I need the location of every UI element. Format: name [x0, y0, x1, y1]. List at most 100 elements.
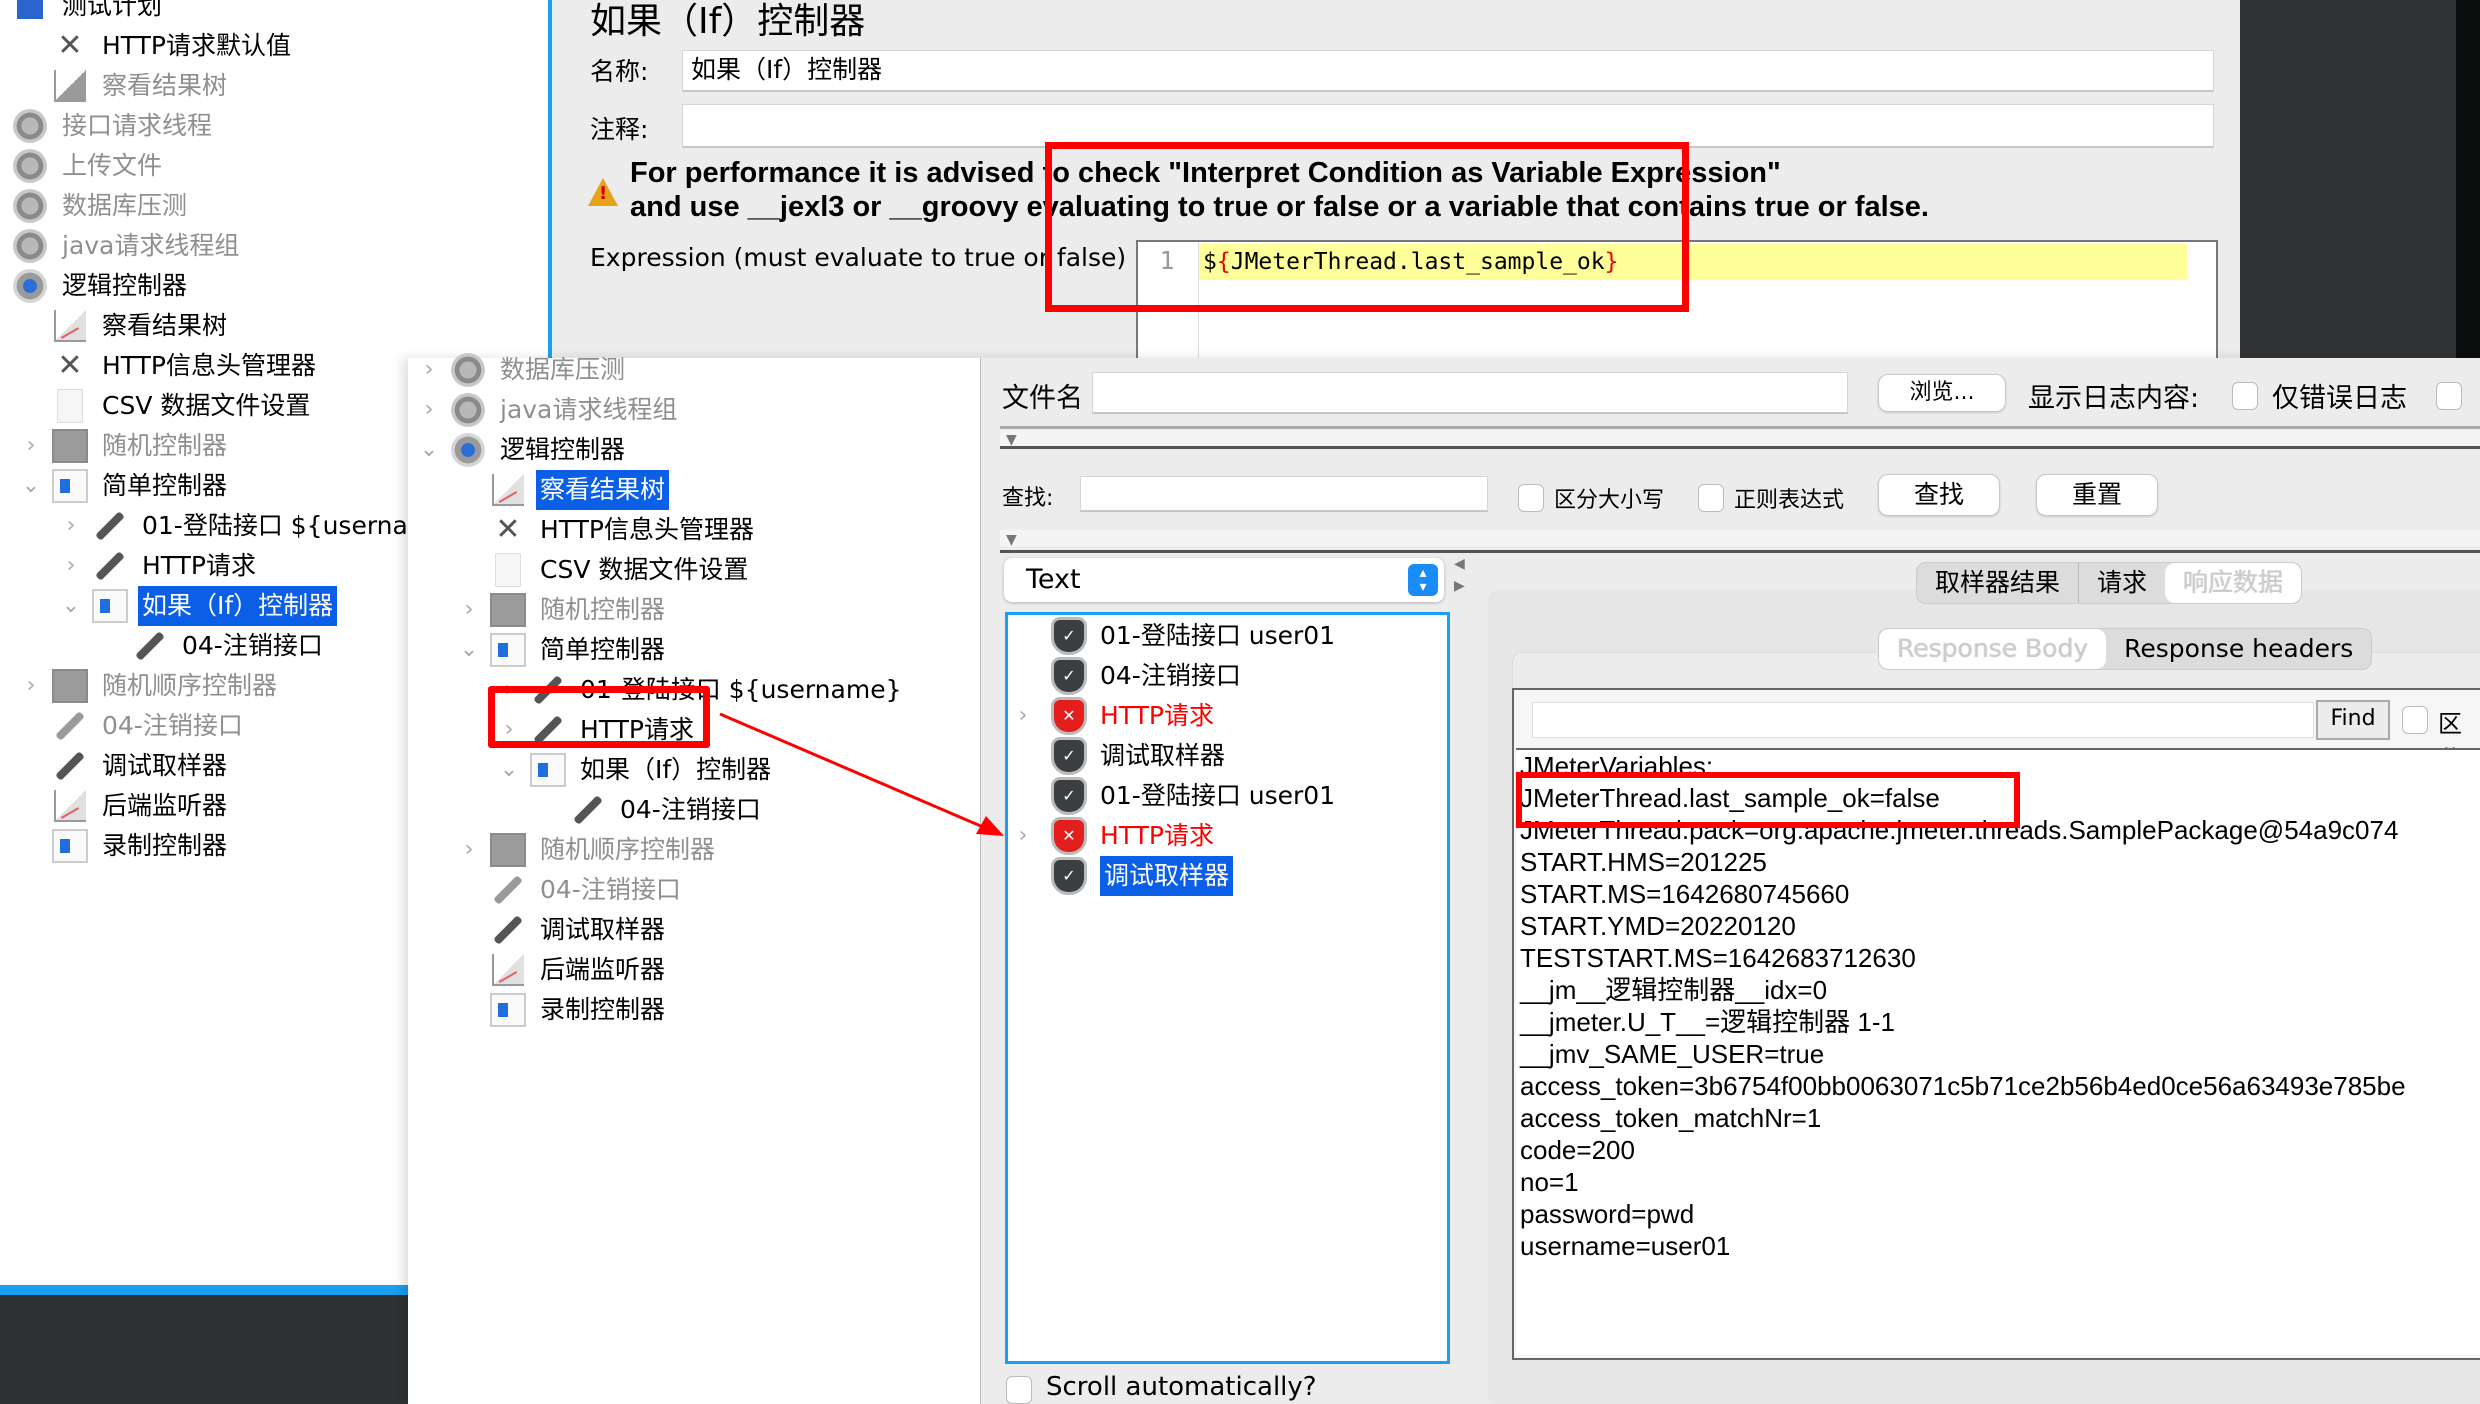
case-sensitive-checkbox[interactable]: [1518, 484, 1544, 512]
chevron-right-icon[interactable]: ›: [1008, 696, 1038, 736]
tree-node[interactable]: ⌄ 简单控制器: [20, 466, 231, 506]
chevron-down-icon[interactable]: ⌄: [418, 430, 440, 470]
tree-node[interactable]: ⌄ 逻辑控制器: [418, 430, 629, 470]
regex-checkbox[interactable]: [1698, 484, 1724, 512]
splitter-2[interactable]: [1000, 530, 2480, 546]
response-find-field[interactable]: [1532, 702, 2314, 738]
tree-node[interactable]: 测试计划: [0, 0, 166, 26]
chevron-right-icon[interactable]: ›: [0, 146, 2, 186]
tree-node[interactable]: 04-注销接口: [20, 706, 247, 746]
tab-response-headers[interactable]: Response headers: [2106, 629, 2371, 669]
tree-node[interactable]: › 随机控制器: [458, 590, 669, 630]
response-case-checkbox[interactable]: [2402, 706, 2428, 734]
success-only-checkbox[interactable]: [2436, 382, 2462, 410]
tree-node-label: 调试取样器: [540, 915, 666, 944]
tree-node[interactable]: 04-注销接口: [538, 790, 765, 830]
tree-node[interactable]: ✕ HTTP请求默认值: [20, 26, 295, 66]
result-item[interactable]: › ✕ HTTP请求: [1008, 816, 1214, 856]
tree-node[interactable]: ⌄ 如果（If）控制器: [498, 750, 775, 790]
tree-node[interactable]: › 01-登陆接口 ${usernar: [60, 506, 422, 546]
split-left-arrow-icon[interactable]: ◀: [1454, 556, 1465, 572]
tree-node-label: 调试取样器: [102, 751, 228, 780]
tree-node[interactable]: › 数据库压测: [418, 350, 629, 390]
tree-node[interactable]: › 接口请求线程: [0, 106, 216, 146]
tab-response-data[interactable]: 响应数据: [2165, 563, 2302, 603]
tree-node[interactable]: › 随机控制器: [20, 426, 231, 466]
result-item[interactable]: ✓ 调试取样器: [1008, 856, 1234, 896]
find-button[interactable]: 查找: [1878, 474, 2000, 516]
tree-node[interactable]: 录制控制器: [20, 826, 231, 866]
tree-node[interactable]: CSV 数据文件设置: [458, 550, 752, 590]
tree-node[interactable]: ⌄ 逻辑控制器: [0, 266, 191, 306]
result-item[interactable]: ✓ 04-注销接口: [1008, 656, 1241, 696]
tree-node[interactable]: 后端监听器: [458, 950, 669, 990]
search-field[interactable]: [1080, 476, 1488, 512]
tree-node[interactable]: 察看结果树: [20, 66, 231, 106]
chevron-right-icon[interactable]: ›: [20, 426, 42, 466]
desktop-background: [0, 1295, 410, 1404]
chevron-right-icon[interactable]: ›: [418, 390, 440, 430]
tree-node[interactable]: ⌄ 如果（If）控制器: [60, 586, 338, 626]
splitter-1[interactable]: [1000, 430, 2480, 446]
tree-node-label: 逻辑控制器: [500, 435, 626, 464]
annotation-box-http-request: [488, 686, 710, 748]
tree-node[interactable]: 04-注销接口: [458, 870, 685, 910]
tree-node[interactable]: › java请求线程组: [418, 390, 681, 430]
background-window-edge: [2456, 0, 2480, 358]
result-item[interactable]: ✓ 01-登陆接口 user01: [1008, 616, 1335, 656]
tree-node[interactable]: 察看结果树: [458, 470, 670, 510]
result-item[interactable]: ✓ 调试取样器: [1008, 736, 1225, 776]
chevron-right-icon[interactable]: ›: [0, 226, 2, 266]
renderer-select[interactable]: Text ▴ ▾: [1004, 558, 1444, 602]
tree-node[interactable]: 录制控制器: [458, 990, 669, 1030]
tree-node[interactable]: › java请求线程组: [0, 226, 243, 266]
response-text[interactable]: JMeterVariables: JMeterThread.last_sample…: [1516, 748, 2480, 1354]
result-item[interactable]: ✓ 01-登陆接口 user01: [1008, 776, 1335, 816]
tree-node-label: HTTP请求: [142, 551, 256, 580]
tree-node[interactable]: 调试取样器: [458, 910, 669, 950]
tree-node[interactable]: › 数据库压测: [0, 186, 191, 226]
tree-node[interactable]: 后端监听器: [20, 786, 231, 826]
chevron-right-icon[interactable]: ›: [458, 590, 480, 630]
chevron-right-icon[interactable]: ›: [418, 350, 440, 390]
tree-node-label: 察看结果树: [102, 311, 228, 340]
tree-node[interactable]: ⌄ 简单控制器: [458, 630, 669, 670]
response-find-button[interactable]: Find: [2316, 700, 2390, 740]
tree-node[interactable]: › 上传文件: [0, 146, 166, 186]
file-name-field[interactable]: [1092, 372, 1848, 414]
errors-only-checkbox[interactable]: [2232, 382, 2258, 410]
name-field[interactable]: 如果（If）控制器: [682, 50, 2214, 92]
tree-node[interactable]: 察看结果树: [20, 306, 231, 346]
tab-response-body[interactable]: Response Body: [1879, 629, 2107, 669]
split-right-arrow-icon[interactable]: ▶: [1454, 578, 1465, 594]
chevron-right-icon[interactable]: ›: [0, 186, 2, 226]
tab-sampler-result[interactable]: 取样器结果: [1917, 563, 2078, 603]
tree-node[interactable]: 调试取样器: [20, 746, 231, 786]
back-tree-focus-border: [0, 1285, 410, 1295]
chevron-right-icon[interactable]: ›: [60, 506, 82, 546]
chevron-right-icon[interactable]: ›: [0, 106, 2, 146]
chevron-right-icon[interactable]: ›: [20, 666, 42, 706]
tab-request[interactable]: 请求: [2078, 563, 2165, 603]
chevron-right-icon[interactable]: ›: [1008, 816, 1038, 856]
tree-node[interactable]: CSV 数据文件设置: [20, 386, 314, 426]
tree-node[interactable]: ✕ HTTP信息头管理器: [458, 510, 758, 550]
chevron-down-icon[interactable]: ⌄: [60, 586, 82, 626]
tree-node[interactable]: ✕ HTTP信息头管理器: [20, 346, 320, 386]
tree-node[interactable]: 04-注销接口: [100, 626, 327, 666]
browse-button[interactable]: 浏览...: [1878, 374, 2006, 412]
chevron-down-icon[interactable]: ⌄: [458, 630, 480, 670]
result-item[interactable]: › ✕ HTTP请求: [1008, 696, 1214, 736]
collapse-triangle-icon[interactable]: ▼: [1006, 532, 1017, 548]
tree-node[interactable]: › HTTP请求: [60, 546, 260, 586]
reset-button[interactable]: 重置: [2036, 474, 2158, 516]
chevron-down-icon[interactable]: ⌄: [498, 750, 520, 790]
scroll-automatically-checkbox[interactable]: [1006, 1376, 1032, 1404]
chevron-right-icon[interactable]: ›: [60, 546, 82, 586]
tree-node[interactable]: › 随机顺序控制器: [458, 830, 719, 870]
response-line: __jmeter.U_T__=逻辑控制器 1-1: [1520, 1007, 1895, 1037]
chevron-down-icon[interactable]: ⌄: [0, 266, 2, 306]
tree-node[interactable]: › 随机顺序控制器: [20, 666, 281, 706]
chevron-down-icon[interactable]: ⌄: [20, 466, 42, 506]
chevron-right-icon[interactable]: ›: [458, 830, 480, 870]
